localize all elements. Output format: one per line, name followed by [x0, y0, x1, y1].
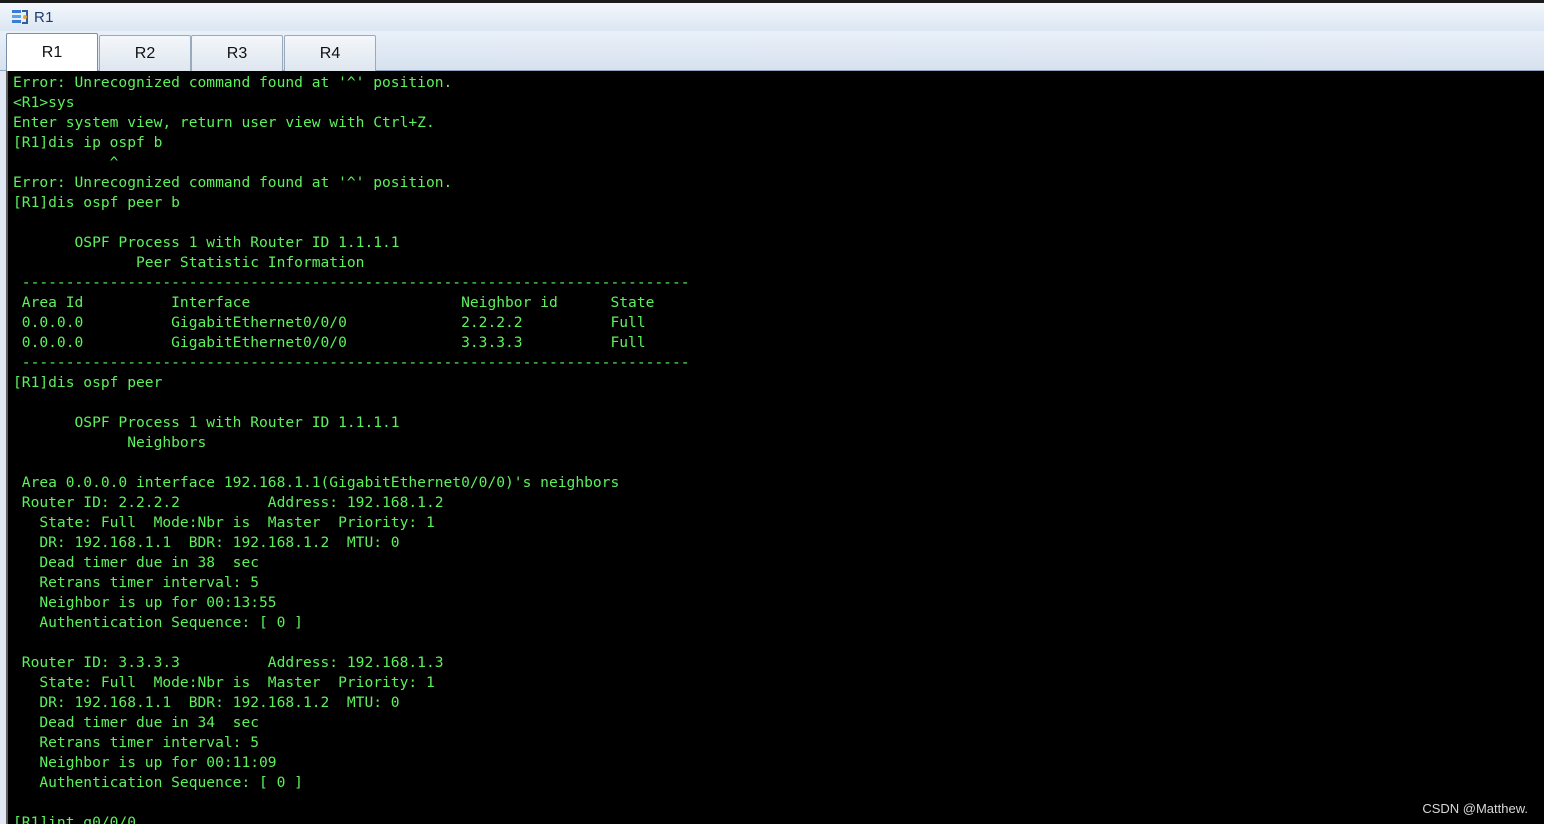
terminal-line: Error: Unrecognized command found at '^'… — [13, 74, 453, 91]
terminal-line: State: Full Mode:Nbr is Master Priority:… — [13, 674, 435, 691]
watermark: CSDN @Matthew. — [1422, 801, 1528, 816]
terminal-line: ----------------------------------------… — [13, 274, 690, 291]
device-tab-bar: R1 R2 R3 R4 — [0, 31, 1544, 72]
terminal-line: Area Id Interface Neighbor id State — [13, 294, 655, 311]
terminal-line: Error: Unrecognized command found at '^'… — [13, 174, 453, 191]
terminal-line: Dead timer due in 34 sec — [13, 714, 260, 731]
window-title: R1 — [34, 8, 54, 26]
terminal-line: Authentication Sequence: [ 0 ] — [13, 774, 303, 791]
terminal-line: Router ID: 2.2.2.2 Address: 192.168.1.2 — [13, 494, 444, 511]
terminal-line: Neighbors — [13, 434, 207, 451]
router-app-icon — [10, 7, 30, 27]
terminal-line: Area 0.0.0.0 interface 192.168.1.1(Gigab… — [13, 474, 620, 491]
tab-r4[interactable]: R4 — [284, 35, 376, 71]
terminal-line: [R1]dis ospf peer b — [13, 194, 180, 211]
tab-r2[interactable]: R2 — [99, 35, 191, 71]
terminal-line: Retrans timer interval: 5 — [13, 574, 260, 591]
terminal-console[interactable]: Error: Unrecognized command found at '^'… — [6, 71, 1544, 824]
terminal-line: Router ID: 3.3.3.3 Address: 192.168.1.3 — [13, 654, 444, 671]
terminal-app-window: R1 R1 R2 R3 R4 Error: Unrecognized comma… — [0, 0, 1544, 824]
terminal-line: OSPF Process 1 with Router ID 1.1.1.1 — [13, 414, 400, 431]
terminal-line: [R1]dis ospf peer — [13, 374, 163, 391]
terminal-line: ----------------------------------------… — [13, 354, 690, 371]
terminal-line: Neighbor is up for 00:11:09 — [13, 754, 277, 771]
terminal-line: Retrans timer interval: 5 — [13, 734, 260, 751]
terminal-line: Dead timer due in 38 sec — [13, 554, 260, 571]
tab-r1[interactable]: R1 — [6, 33, 98, 72]
terminal-line: Enter system view, return user view with… — [13, 114, 435, 131]
title-bar: R1 — [0, 3, 1544, 31]
terminal-line: [R1]int g0/0/0 — [13, 814, 137, 824]
terminal-line: State: Full Mode:Nbr is Master Priority:… — [13, 514, 435, 531]
terminal-line: Peer Statistic Information — [13, 254, 365, 271]
terminal-line: ^ — [13, 154, 119, 171]
tab-r3[interactable]: R3 — [191, 35, 283, 71]
terminal-line: DR: 192.168.1.1 BDR: 192.168.1.2 MTU: 0 — [13, 694, 400, 711]
terminal-line: 0.0.0.0 GigabitEthernet0/0/0 2.2.2.2 Ful… — [13, 314, 646, 331]
terminal-line: Neighbor is up for 00:13:55 — [13, 594, 277, 611]
terminal-line: [R1]dis ip ospf b — [13, 134, 163, 151]
terminal-line: 0.0.0.0 GigabitEthernet0/0/0 3.3.3.3 Ful… — [13, 334, 646, 351]
terminal-line: <R1>sys — [13, 94, 75, 111]
terminal-line: Authentication Sequence: [ 0 ] — [13, 614, 303, 631]
terminal-line: OSPF Process 1 with Router ID 1.1.1.1 — [13, 234, 400, 251]
terminal-line: DR: 192.168.1.1 BDR: 192.168.1.2 MTU: 0 — [13, 534, 400, 551]
